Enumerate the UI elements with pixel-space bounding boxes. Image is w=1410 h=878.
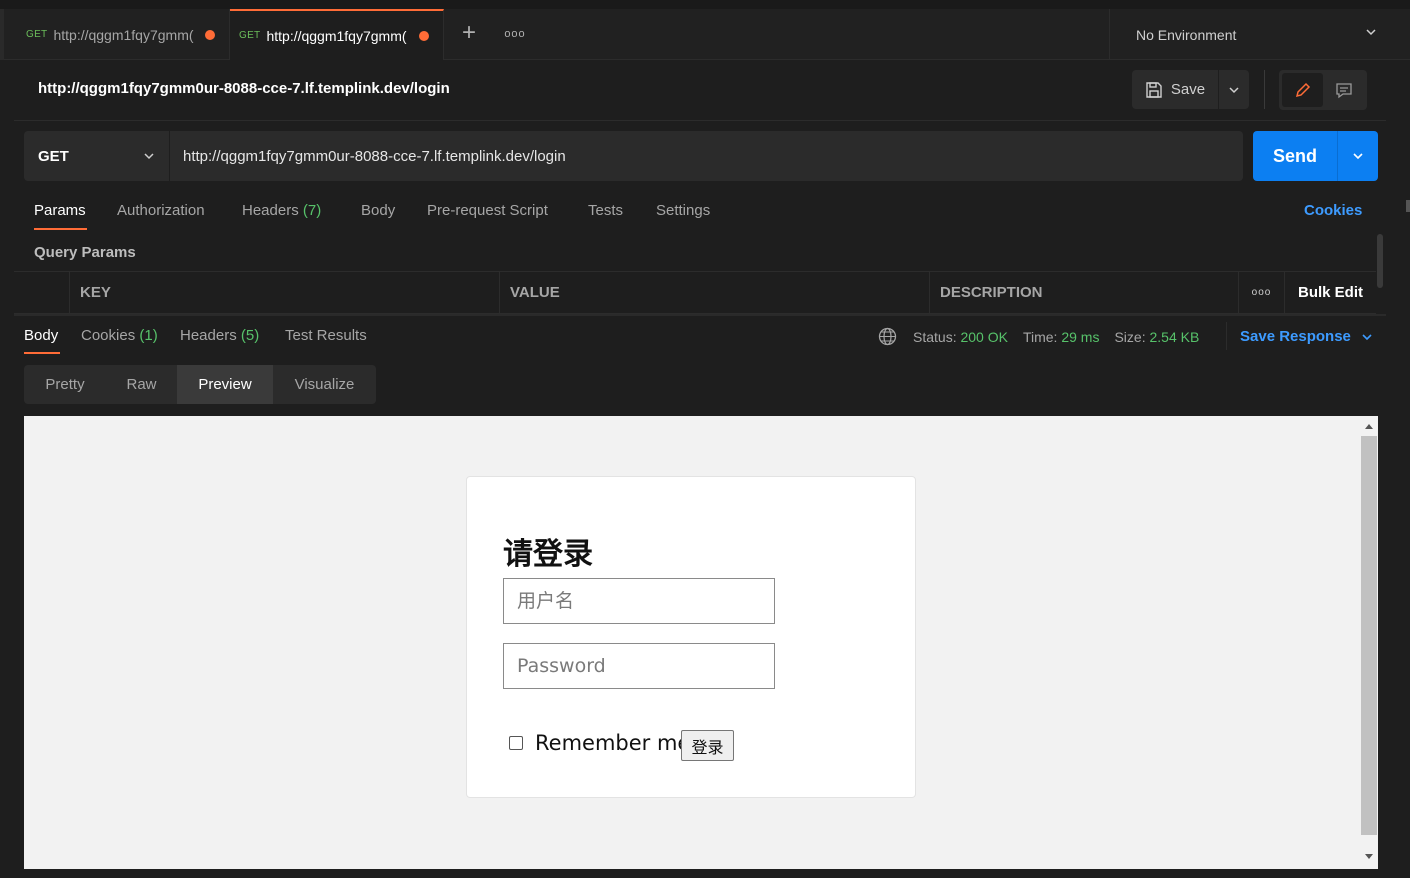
cookies-count: (1) (139, 327, 158, 344)
method-value: GET (38, 147, 69, 165)
send-button[interactable]: Send (1253, 131, 1337, 181)
params-table-header: KEY VALUE DESCRIPTION ooo Bulk Edit (14, 271, 1376, 314)
request-title[interactable]: http://qggm1fqy7gmm0ur-8088-cce-7.lf.tem… (38, 80, 450, 97)
status-label: Status: (913, 328, 957, 345)
active-tab-indicator (34, 228, 87, 230)
scrollbar-thumb[interactable] (1361, 436, 1377, 835)
divider (14, 120, 1386, 121)
response-headers-count: (5) (240, 327, 260, 344)
environment-label: No Environment (1136, 26, 1237, 43)
pencil-icon (1295, 82, 1310, 98)
request-pane-scrollbar[interactable] (1377, 234, 1383, 288)
chevron-down-icon (1353, 153, 1363, 160)
right-edge (1386, 60, 1410, 878)
save-response-button[interactable]: Save Response (1240, 328, 1373, 345)
column-description: DESCRIPTION (929, 272, 1238, 313)
tab-method: GET (239, 30, 261, 41)
divider (1226, 322, 1227, 350)
response-tab-headers-label: Headers (180, 327, 237, 344)
scroll-down-arrow-icon[interactable] (1365, 854, 1373, 859)
save-icon (1146, 81, 1162, 98)
url-input[interactable]: http://qggm1fqy7gmm0ur-8088-cce-7.lf.tem… (169, 131, 1243, 181)
response-tab-body[interactable]: Body (24, 327, 58, 344)
tab-bar: GET http://qggm1fqy7gmm( GET http://qggm… (0, 0, 1410, 60)
response-preview: 请登录 Remember me 登录 (24, 416, 1378, 869)
tab-title: http://qggm1fqy7gmm( (53, 26, 194, 43)
view-mode-raw[interactable]: Raw (106, 365, 177, 404)
time-label: Time: (1022, 328, 1058, 345)
request-tab-1[interactable]: GET http://qggm1fqy7gmm( (4, 9, 230, 60)
login-submit-button[interactable]: 登录 (681, 730, 734, 761)
tab-method: GET (26, 29, 48, 40)
remember-me-label: Remember me (535, 731, 691, 755)
tab-authorization[interactable]: Authorization (117, 202, 205, 219)
chevron-down-icon (1366, 29, 1376, 36)
tab-params[interactable]: Params (34, 202, 86, 219)
view-mode-selector: Pretty Raw Preview Visualize (24, 365, 376, 404)
save-label: Save (1170, 81, 1206, 98)
bulk-edit-button[interactable]: Bulk Edit (1284, 272, 1376, 313)
headers-count: (7) (302, 202, 322, 219)
login-card: 请登录 Remember me 登录 (466, 476, 916, 798)
tab-tests[interactable]: Tests (588, 202, 623, 219)
tab-settings[interactable]: Settings (656, 202, 710, 219)
tab-prerequest-script[interactable]: Pre-request Script (427, 202, 548, 219)
edit-comment-toggle (1279, 70, 1367, 110)
tab-more-icon[interactable]: ooo (502, 21, 528, 47)
tab-title: http://qggm1fqy7gmm( (266, 27, 407, 44)
unsaved-dot-icon (205, 29, 215, 40)
query-params-label: Query Params (34, 244, 136, 261)
view-mode-preview[interactable]: Preview (177, 365, 273, 404)
divider (1264, 70, 1265, 109)
cookies-link[interactable]: Cookies (1304, 202, 1362, 219)
unsaved-dot-icon (419, 30, 429, 41)
comments-mode-button[interactable] (1323, 73, 1364, 107)
view-mode-visualize[interactable]: Visualize (273, 365, 376, 404)
globe-icon[interactable] (878, 327, 897, 346)
response-meta: Status: 200 OK Time: 29 ms Size: 2.54 KB (878, 327, 1199, 346)
left-edge (0, 60, 14, 878)
response-tab-test-results[interactable]: Test Results (285, 327, 367, 344)
environment-selector[interactable]: No Environment (1109, 9, 1409, 60)
status-value[interactable]: 200 OK (960, 329, 1007, 345)
response-tab-cookies[interactable]: Cookies (1) (81, 327, 158, 344)
tab-headers[interactable]: Headers (7) (242, 202, 321, 219)
new-tab-plus-icon[interactable]: + (456, 21, 482, 47)
size-value[interactable]: 2.54 KB (1149, 329, 1199, 345)
column-value: VALUE (499, 272, 929, 313)
username-input[interactable] (503, 578, 775, 624)
edit-mode-button[interactable] (1282, 73, 1323, 107)
tab-body[interactable]: Body (361, 202, 395, 219)
column-key: KEY (69, 272, 499, 313)
view-mode-pretty[interactable]: Pretty (24, 365, 106, 404)
password-input[interactable] (503, 643, 775, 689)
preview-scrollbar[interactable] (1360, 416, 1378, 869)
remember-me-checkbox[interactable] (509, 736, 523, 750)
chevron-down-icon (144, 153, 154, 160)
chevron-down-icon (1362, 333, 1372, 340)
pane-splitter[interactable] (14, 314, 1386, 316)
time-value[interactable]: 29 ms (1061, 329, 1099, 345)
tab-headers-label: Headers (242, 202, 299, 219)
request-tab-2[interactable]: GET http://qggm1fqy7gmm( (230, 9, 444, 60)
method-select[interactable]: GET (24, 131, 169, 181)
save-response-label: Save Response (1240, 328, 1351, 345)
login-heading: 请登录 (503, 537, 593, 572)
size-label: Size: (1114, 328, 1146, 345)
chevron-down-icon (1229, 86, 1239, 93)
scroll-up-arrow-icon[interactable] (1365, 424, 1373, 429)
save-button[interactable]: Save (1132, 70, 1218, 109)
save-dropdown-button[interactable] (1219, 70, 1249, 109)
response-tab-headers[interactable]: Headers (5) (180, 327, 259, 344)
active-response-tab-indicator (24, 352, 60, 354)
comment-icon (1335, 83, 1352, 99)
send-dropdown-button[interactable] (1337, 131, 1378, 181)
response-tab-cookies-label: Cookies (81, 327, 136, 344)
column-options-icon[interactable]: ooo (1238, 272, 1284, 313)
